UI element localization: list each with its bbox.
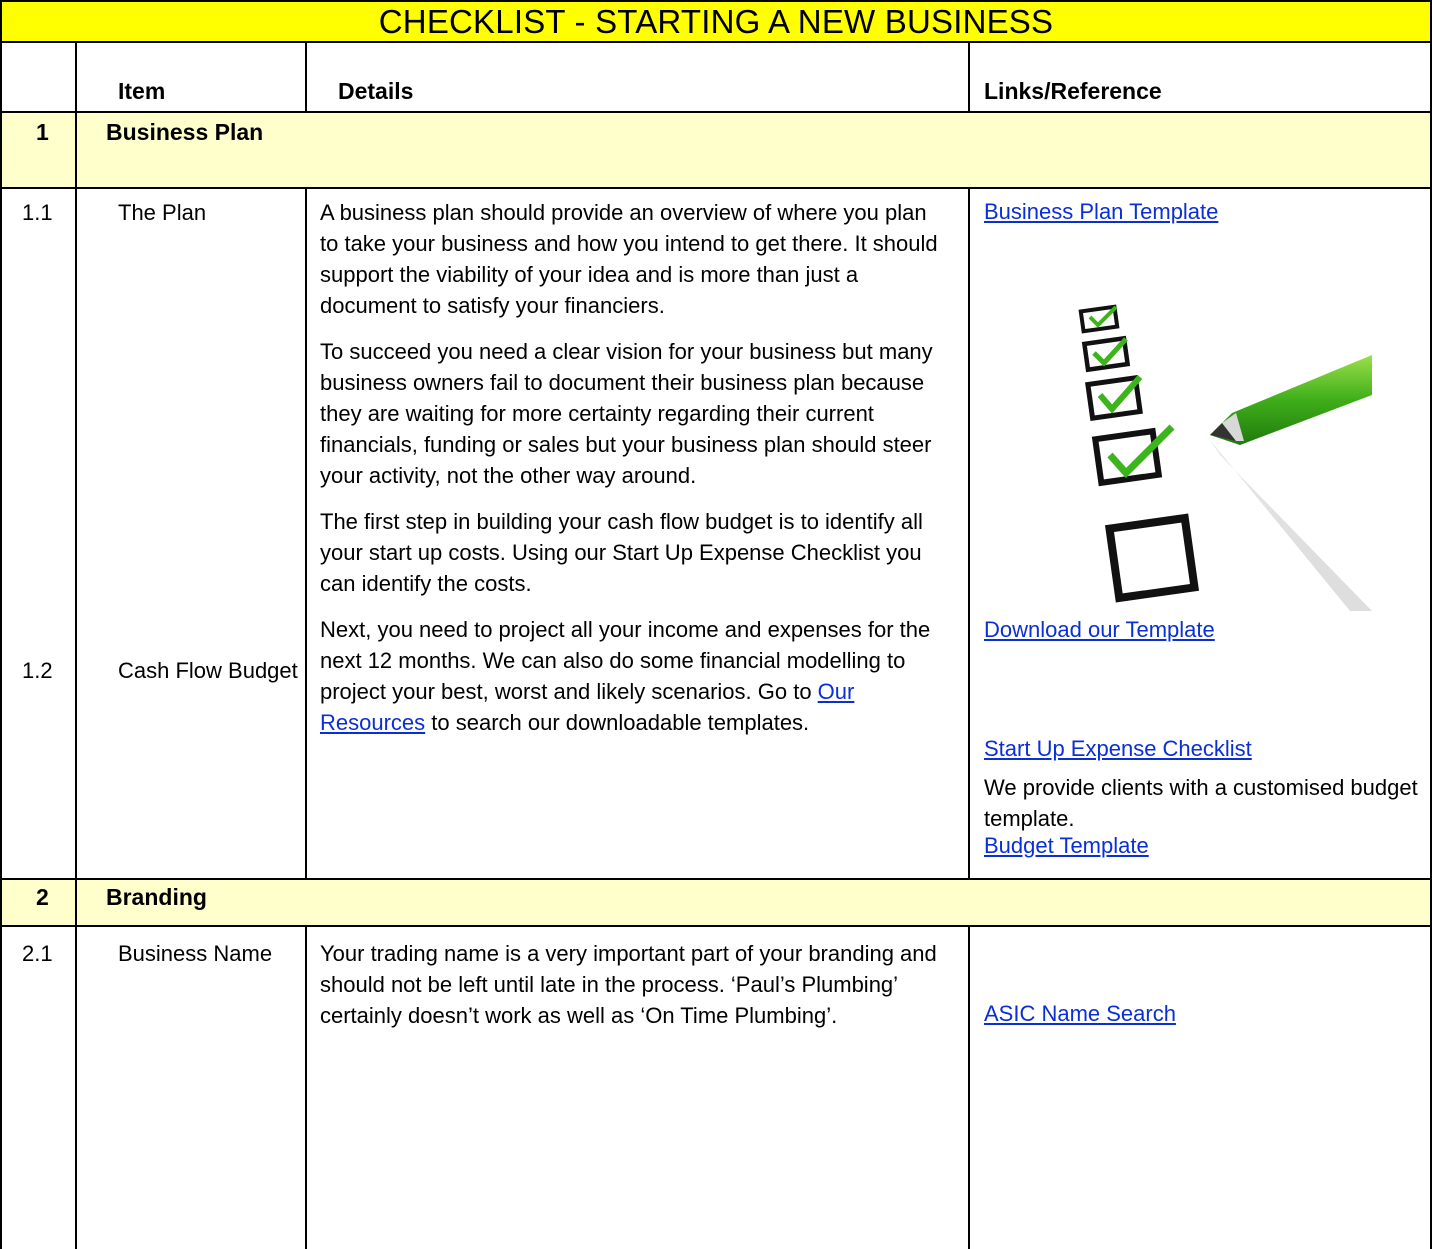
grid-line bbox=[0, 0, 2, 1249]
row-1-2-item: Cash Flow Budget bbox=[118, 658, 298, 683]
section-2-title: Branding bbox=[106, 884, 207, 910]
grid-line bbox=[968, 42, 970, 112]
grid-line bbox=[75, 42, 77, 1249]
details-paragraph: The first step in building your cash flo… bbox=[320, 509, 923, 596]
grid-line bbox=[968, 926, 970, 1249]
section-1-title: Business Plan bbox=[106, 119, 264, 145]
grid-line bbox=[968, 188, 970, 879]
budget-template-link[interactable]: Budget Template bbox=[984, 830, 1149, 861]
page-title: CHECKLIST - STARTING A NEW BUSINESS bbox=[378, 3, 1054, 40]
row-2-1-item: Business Name bbox=[118, 941, 273, 966]
section-2-bg bbox=[0, 879, 1432, 926]
grid-line bbox=[305, 926, 307, 1249]
business-plan-template-link[interactable]: Business Plan Template bbox=[984, 196, 1218, 227]
header-details: Details bbox=[338, 78, 414, 104]
grid-line bbox=[0, 41, 1432, 43]
row-1-1-number: 1.1 bbox=[22, 200, 53, 225]
asic-name-search-link[interactable]: ASIC Name Search bbox=[984, 998, 1176, 1029]
details-paragraph: Next, you need to project all your incom… bbox=[320, 614, 950, 738]
header-item: Item bbox=[118, 78, 166, 104]
row-1-2-number: 1.2 bbox=[22, 658, 53, 683]
budget-note: We provide clients with a customised bud… bbox=[984, 775, 1418, 831]
details-paragraph: A business plan should provide an overvi… bbox=[320, 200, 938, 318]
details-text: to search our downloadable templates. bbox=[425, 710, 810, 735]
row-2-1-number: 2.1 bbox=[22, 941, 53, 966]
checklist-pen-illustration bbox=[1078, 304, 1372, 611]
row-1-1-item: The Plan bbox=[118, 200, 207, 225]
download-template-link[interactable]: Download our Template bbox=[984, 614, 1215, 645]
grid-line bbox=[0, 111, 1432, 113]
details-paragraph: To succeed you need a clear vision for y… bbox=[320, 339, 933, 488]
grid-line bbox=[0, 878, 1432, 880]
checklist-page: CHECKLIST - STARTING A NEW BUSINESS Item… bbox=[0, 0, 1432, 1249]
grid-line bbox=[0, 0, 1432, 2]
header-links: Links/Reference bbox=[984, 78, 1162, 104]
start-up-expense-checklist-link[interactable]: Start Up Expense Checklist bbox=[984, 733, 1252, 764]
row-1-details: A business plan should provide an overvi… bbox=[320, 197, 950, 753]
grid-line bbox=[0, 925, 1432, 927]
grid-line bbox=[305, 188, 307, 879]
section-2-number: 2 bbox=[36, 884, 49, 910]
grid-line bbox=[305, 42, 307, 112]
grid-line bbox=[0, 187, 1432, 189]
row-2-1-details: Your trading name is a very important pa… bbox=[320, 941, 937, 1028]
section-1-number: 1 bbox=[36, 119, 49, 145]
